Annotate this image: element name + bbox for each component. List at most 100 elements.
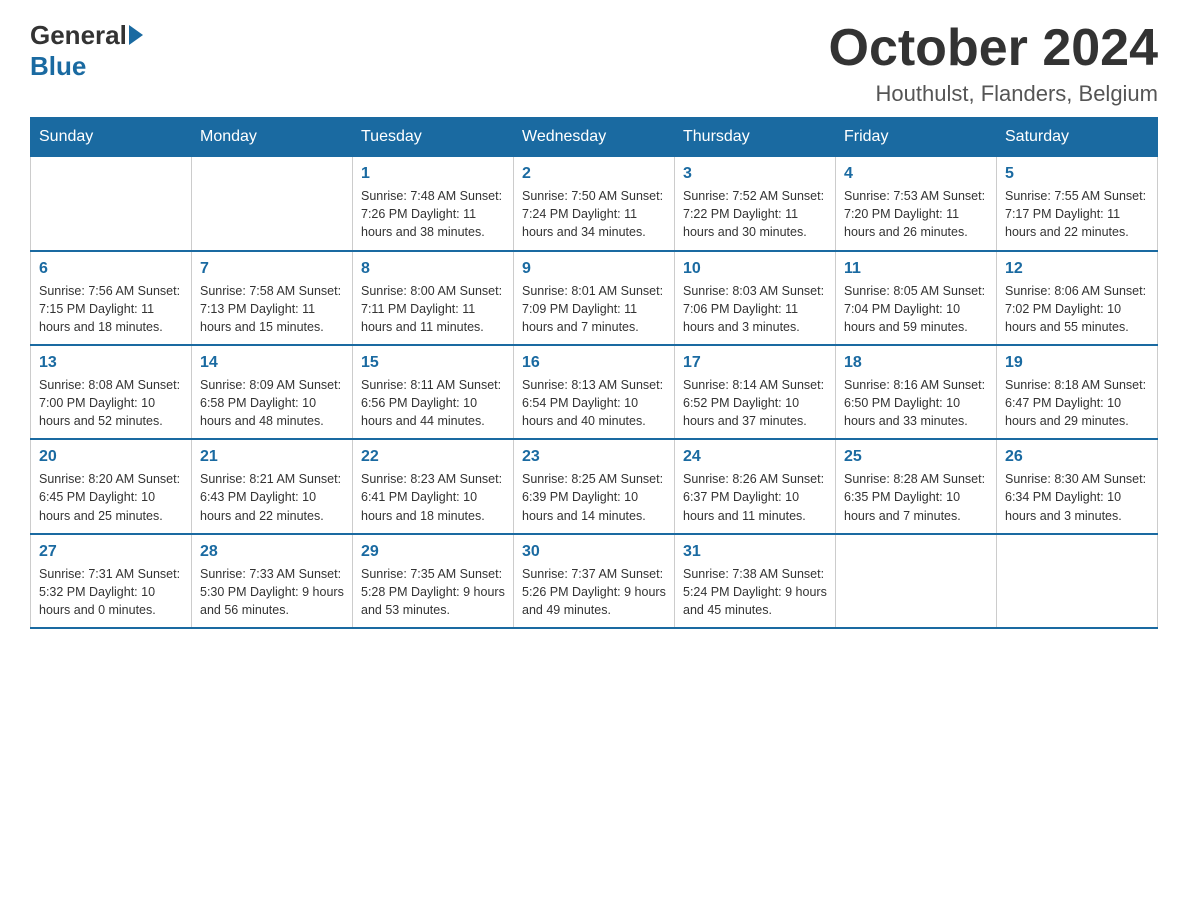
- calendar-cell: 22 Sunrise: 8:23 AM Sunset: 6:41 PM Dayli…: [353, 439, 514, 533]
- day-info: Sunrise: 7:31 AM Sunset: 5:32 PM Dayligh…: [39, 565, 183, 619]
- calendar-cell: 11 Sunrise: 8:05 AM Sunset: 7:04 PM Dayli…: [836, 251, 997, 345]
- logo: General Blue: [30, 20, 143, 82]
- calendar-cell: 7Sunrise: 7:58 AM Sunset: 7:13 PM Daylig…: [192, 251, 353, 345]
- calendar-table: SundayMondayTuesdayWednesdayThursdayFrid…: [30, 117, 1158, 629]
- calendar-cell: 25 Sunrise: 8:28 AM Sunset: 6:35 PM Dayli…: [836, 439, 997, 533]
- day-number: 22: [361, 448, 505, 466]
- day-header-sunday: Sunday: [31, 118, 192, 157]
- calendar-cell: 5 Sunrise: 7:55 AM Sunset: 7:17 PM Daylig…: [997, 157, 1158, 251]
- day-info: Sunrise: 7:52 AM Sunset: 7:22 PM Dayligh…: [683, 187, 827, 241]
- day-number: 25: [844, 448, 988, 466]
- logo-general-text: General: [30, 20, 127, 51]
- calendar-cell: 4Sunrise: 7:53 AM Sunset: 7:20 PM Daylig…: [836, 157, 997, 251]
- calendar-header-row: SundayMondayTuesdayWednesdayThursdayFrid…: [31, 118, 1158, 157]
- day-number: 2: [522, 165, 666, 183]
- day-info: Sunrise: 8:05 AM Sunset: 7:04 PM Dayligh…: [844, 282, 988, 336]
- day-number: 11: [844, 260, 988, 278]
- calendar-cell: 28 Sunrise: 7:33 AM Sunset: 5:30 PM Dayli…: [192, 534, 353, 628]
- calendar-cell: 23 Sunrise: 8:25 AM Sunset: 6:39 PM Dayli…: [514, 439, 675, 533]
- day-header-tuesday: Tuesday: [353, 118, 514, 157]
- day-info: Sunrise: 8:06 AM Sunset: 7:02 PM Dayligh…: [1005, 282, 1149, 336]
- calendar-cell: 10Sunrise: 8:03 AM Sunset: 7:06 PM Dayli…: [675, 251, 836, 345]
- calendar-cell: [997, 534, 1158, 628]
- day-number: 9: [522, 260, 666, 278]
- day-info: Sunrise: 8:28 AM Sunset: 6:35 PM Dayligh…: [844, 470, 988, 524]
- calendar-cell: 12 Sunrise: 8:06 AM Sunset: 7:02 PM Dayli…: [997, 251, 1158, 345]
- calendar-cell: 17 Sunrise: 8:14 AM Sunset: 6:52 PM Dayli…: [675, 345, 836, 439]
- day-info: Sunrise: 7:35 AM Sunset: 5:28 PM Dayligh…: [361, 565, 505, 619]
- day-number: 27: [39, 543, 183, 561]
- day-number: 8: [361, 260, 505, 278]
- calendar-week-row: 6Sunrise: 7:56 AM Sunset: 7:15 PM Daylig…: [31, 251, 1158, 345]
- day-number: 1: [361, 165, 505, 183]
- calendar-cell: [836, 534, 997, 628]
- day-info: Sunrise: 8:08 AM Sunset: 7:00 PM Dayligh…: [39, 376, 183, 430]
- day-info: Sunrise: 8:11 AM Sunset: 6:56 PM Dayligh…: [361, 376, 505, 430]
- day-info: Sunrise: 8:03 AM Sunset: 7:06 PM Dayligh…: [683, 282, 827, 336]
- title-section: October 2024 Houthulst, Flanders, Belgiu…: [829, 20, 1159, 107]
- page-header: General Blue October 2024 Houthulst, Fla…: [30, 20, 1158, 107]
- day-number: 19: [1005, 354, 1149, 372]
- calendar-week-row: 1 Sunrise: 7:48 AM Sunset: 7:26 PM Daylig…: [31, 157, 1158, 251]
- day-info: Sunrise: 8:26 AM Sunset: 6:37 PM Dayligh…: [683, 470, 827, 524]
- day-number: 23: [522, 448, 666, 466]
- day-header-thursday: Thursday: [675, 118, 836, 157]
- day-number: 5: [1005, 165, 1149, 183]
- day-info: Sunrise: 8:30 AM Sunset: 6:34 PM Dayligh…: [1005, 470, 1149, 524]
- calendar-cell: 14 Sunrise: 8:09 AM Sunset: 6:58 PM Dayli…: [192, 345, 353, 439]
- day-number: 18: [844, 354, 988, 372]
- calendar-cell: 6Sunrise: 7:56 AM Sunset: 7:15 PM Daylig…: [31, 251, 192, 345]
- location-text: Houthulst, Flanders, Belgium: [829, 81, 1159, 107]
- calendar-cell: 2 Sunrise: 7:50 AM Sunset: 7:24 PM Daylig…: [514, 157, 675, 251]
- day-info: Sunrise: 8:16 AM Sunset: 6:50 PM Dayligh…: [844, 376, 988, 430]
- calendar-cell: 21 Sunrise: 8:21 AM Sunset: 6:43 PM Dayli…: [192, 439, 353, 533]
- day-info: Sunrise: 7:48 AM Sunset: 7:26 PM Dayligh…: [361, 187, 505, 241]
- day-number: 30: [522, 543, 666, 561]
- day-info: Sunrise: 8:14 AM Sunset: 6:52 PM Dayligh…: [683, 376, 827, 430]
- day-info: Sunrise: 8:09 AM Sunset: 6:58 PM Dayligh…: [200, 376, 344, 430]
- day-number: 15: [361, 354, 505, 372]
- day-info: Sunrise: 7:37 AM Sunset: 5:26 PM Dayligh…: [522, 565, 666, 619]
- day-number: 7: [200, 260, 344, 278]
- day-info: Sunrise: 8:25 AM Sunset: 6:39 PM Dayligh…: [522, 470, 666, 524]
- calendar-cell: 20Sunrise: 8:20 AM Sunset: 6:45 PM Dayli…: [31, 439, 192, 533]
- day-info: Sunrise: 7:55 AM Sunset: 7:17 PM Dayligh…: [1005, 187, 1149, 241]
- calendar-cell: 15 Sunrise: 8:11 AM Sunset: 6:56 PM Dayli…: [353, 345, 514, 439]
- calendar-cell: [31, 157, 192, 251]
- day-number: 20: [39, 448, 183, 466]
- calendar-week-row: 13 Sunrise: 8:08 AM Sunset: 7:00 PM Dayli…: [31, 345, 1158, 439]
- calendar-cell: 16Sunrise: 8:13 AM Sunset: 6:54 PM Dayli…: [514, 345, 675, 439]
- day-number: 13: [39, 354, 183, 372]
- day-info: Sunrise: 8:23 AM Sunset: 6:41 PM Dayligh…: [361, 470, 505, 524]
- calendar-cell: 24 Sunrise: 8:26 AM Sunset: 6:37 PM Dayli…: [675, 439, 836, 533]
- day-number: 12: [1005, 260, 1149, 278]
- calendar-cell: 13 Sunrise: 8:08 AM Sunset: 7:00 PM Dayli…: [31, 345, 192, 439]
- calendar-cell: 30 Sunrise: 7:37 AM Sunset: 5:26 PM Dayli…: [514, 534, 675, 628]
- calendar-cell: 8Sunrise: 8:00 AM Sunset: 7:11 PM Daylig…: [353, 251, 514, 345]
- day-number: 14: [200, 354, 344, 372]
- logo-blue-container: [127, 27, 143, 45]
- day-number: 24: [683, 448, 827, 466]
- calendar-cell: 19 Sunrise: 8:18 AM Sunset: 6:47 PM Dayli…: [997, 345, 1158, 439]
- day-info: Sunrise: 8:18 AM Sunset: 6:47 PM Dayligh…: [1005, 376, 1149, 430]
- calendar-cell: 9 Sunrise: 8:01 AM Sunset: 7:09 PM Daylig…: [514, 251, 675, 345]
- day-info: Sunrise: 7:33 AM Sunset: 5:30 PM Dayligh…: [200, 565, 344, 619]
- day-number: 3: [683, 165, 827, 183]
- day-number: 21: [200, 448, 344, 466]
- calendar-cell: [192, 157, 353, 251]
- day-number: 16: [522, 354, 666, 372]
- calendar-cell: 3 Sunrise: 7:52 AM Sunset: 7:22 PM Daylig…: [675, 157, 836, 251]
- day-number: 28: [200, 543, 344, 561]
- logo-triangle-icon: [129, 25, 143, 45]
- day-info: Sunrise: 8:21 AM Sunset: 6:43 PM Dayligh…: [200, 470, 344, 524]
- day-number: 26: [1005, 448, 1149, 466]
- calendar-cell: 31Sunrise: 7:38 AM Sunset: 5:24 PM Dayli…: [675, 534, 836, 628]
- calendar-cell: 26 Sunrise: 8:30 AM Sunset: 6:34 PM Dayli…: [997, 439, 1158, 533]
- day-info: Sunrise: 7:50 AM Sunset: 7:24 PM Dayligh…: [522, 187, 666, 241]
- day-info: Sunrise: 8:01 AM Sunset: 7:09 PM Dayligh…: [522, 282, 666, 336]
- day-info: Sunrise: 7:38 AM Sunset: 5:24 PM Dayligh…: [683, 565, 827, 619]
- calendar-cell: 27 Sunrise: 7:31 AM Sunset: 5:32 PM Dayli…: [31, 534, 192, 628]
- day-header-saturday: Saturday: [997, 118, 1158, 157]
- day-number: 4: [844, 165, 988, 183]
- day-number: 17: [683, 354, 827, 372]
